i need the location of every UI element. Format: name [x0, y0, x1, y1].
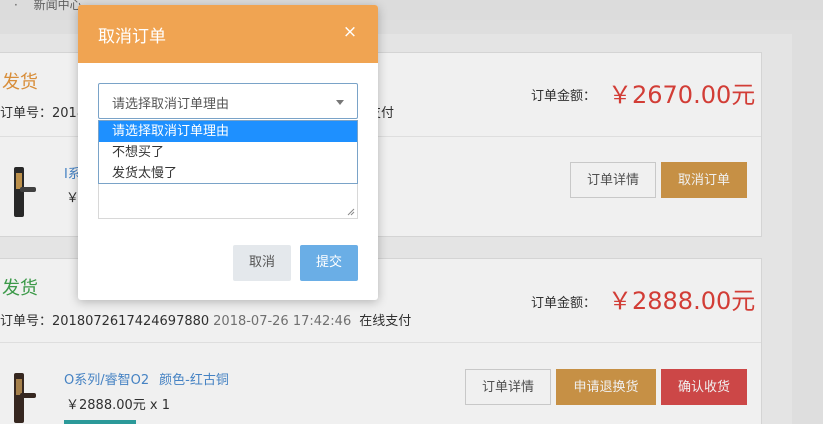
cancel-reason-select[interactable]: 请选择取消订单理由: [98, 83, 358, 119]
cancel-reason-options: 请选择取消订单理由 不想买了 发货太慢了: [98, 120, 358, 184]
cancel-button[interactable]: 取消: [233, 245, 291, 281]
dialog-header: 取消订单 ×: [78, 5, 378, 63]
submit-button[interactable]: 提交: [300, 245, 358, 281]
close-icon[interactable]: ×: [341, 22, 359, 42]
select-value: 请选择取消订单理由: [112, 97, 230, 112]
cancel-order-dialog: 取消订单 × 请选择取消订单理由 请选择取消订单理由 不想买了 发货太慢了 取消…: [78, 5, 378, 300]
option-dont-want[interactable]: 不想买了: [99, 142, 357, 163]
reason-textarea[interactable]: [98, 183, 358, 219]
dialog-title: 取消订单: [98, 27, 166, 47]
option-select-reason[interactable]: 请选择取消订单理由: [99, 121, 357, 142]
resize-handle-icon[interactable]: [347, 208, 355, 216]
option-slow-shipping[interactable]: 发货太慢了: [99, 163, 357, 184]
chevron-down-icon: [336, 100, 344, 105]
